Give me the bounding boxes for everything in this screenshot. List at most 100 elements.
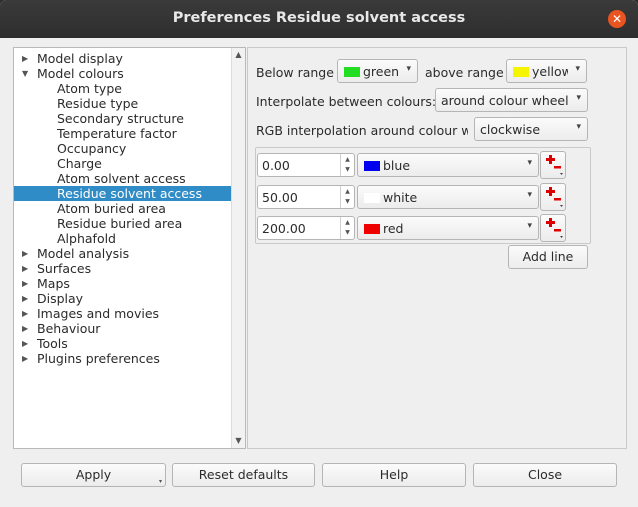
tree-item-label: Alphafold: [57, 231, 116, 246]
above-range-value: yellow: [532, 64, 568, 79]
stop-colour-name: blue: [383, 158, 411, 173]
below-range-value: green: [363, 64, 400, 79]
scroll-down-icon[interactable]: ▼: [232, 434, 245, 448]
spin-arrows-icon[interactable]: ▲ ▼: [340, 186, 354, 208]
tree-item-label: Plugins preferences: [37, 351, 160, 366]
close-button[interactable]: Close: [473, 463, 617, 487]
tree-item-label: Behaviour: [37, 321, 101, 336]
stop-colour-combo[interactable]: white ▾: [357, 185, 539, 209]
stop-value-spinbox[interactable]: 50.00 ▲ ▼: [257, 185, 355, 209]
tree-item-charge[interactable]: Charge: [14, 156, 232, 171]
tree-list: ▶ Model display ▼ Model colours Atom type Res…: [14, 51, 232, 366]
collapsed-arrow-icon[interactable]: ▶: [22, 321, 30, 336]
stop-colour-name: white: [383, 190, 418, 205]
apply-label: Apply: [75, 467, 112, 482]
spin-arrows-icon[interactable]: ▲ ▼: [340, 154, 354, 176]
chevron-down-icon: ▾: [527, 158, 532, 168]
chevron-down-icon: ▾: [527, 221, 532, 231]
collapsed-arrow-icon[interactable]: ▶: [22, 51, 30, 66]
collapsed-arrow-icon[interactable]: ▶: [22, 306, 30, 321]
window-title: Preferences Residue solvent access: [172, 10, 466, 26]
tree-item-label: Residue buried area: [57, 216, 183, 231]
tree-item-label: Residue solvent access: [57, 186, 202, 201]
spin-arrows-icon[interactable]: ▲ ▼: [340, 217, 354, 239]
tree-item-label: Display: [37, 291, 84, 306]
tree-item-label: Secondary structure: [57, 111, 184, 126]
tree-item-label: Images and movies: [37, 306, 160, 321]
category-tree: ▶ Model display ▼ Model colours Atom type Res…: [13, 47, 246, 449]
tree-item-label: Atom solvent access: [57, 171, 186, 186]
tree-item-label: Tools: [37, 336, 68, 351]
tree-item-surfaces[interactable]: ▶ Surfaces: [14, 261, 232, 276]
title-bar: Preferences Residue solvent access ✕: [0, 0, 638, 38]
help-button[interactable]: Help: [322, 463, 466, 487]
add-remove-stop-button[interactable]: [540, 214, 566, 242]
stop-value-spinbox[interactable]: 200.00 ▲ ▼: [257, 216, 355, 240]
tree-item-label: Atom type: [57, 81, 122, 96]
chevron-down-icon: ▾: [576, 122, 581, 132]
collapsed-arrow-icon[interactable]: ▶: [22, 276, 30, 291]
chevron-down-icon: ▾: [575, 64, 580, 74]
stop-colour-swatch: [364, 224, 380, 234]
collapsed-arrow-icon[interactable]: ▶: [22, 351, 30, 366]
tree-item-label: Model colours: [37, 66, 124, 81]
tree-item-model-colours[interactable]: ▼ Model colours: [14, 66, 232, 81]
stop-colour-combo[interactable]: blue ▾: [357, 153, 539, 177]
tree-item-model-display[interactable]: ▶ Model display: [14, 51, 232, 66]
tree-item-atom-buried-area[interactable]: Atom buried area: [14, 201, 232, 216]
rgb-interpolation-combo[interactable]: clockwise ▾: [474, 117, 588, 141]
below-range-label: Below range: [256, 65, 334, 80]
tree-item-atom-solvent-access[interactable]: Atom solvent access: [14, 171, 232, 186]
tree-item-residue-solvent-access[interactable]: Residue solvent access: [14, 186, 232, 201]
tree-item-label: Model display: [37, 51, 123, 66]
scroll-up-icon[interactable]: ▲: [232, 48, 245, 62]
tree-item-model-analysis[interactable]: ▶ Model analysis: [14, 246, 232, 261]
stop-value: 50.00: [262, 190, 298, 205]
above-range-combo[interactable]: yellow ▾: [506, 59, 587, 83]
interpolate-value: around colour wheel: [441, 93, 569, 108]
tree-scrollbar[interactable]: ▲ ▼: [231, 48, 245, 448]
apply-button[interactable]: Apply ▾: [21, 463, 166, 487]
reset-defaults-button[interactable]: Reset defaults: [172, 463, 315, 487]
stop-colour-swatch: [364, 193, 380, 203]
tree-item-maps[interactable]: ▶ Maps: [14, 276, 232, 291]
stop-colour-swatch: [364, 161, 380, 171]
add-remove-stop-button[interactable]: [540, 183, 566, 211]
tree-item-residue-type[interactable]: Residue type: [14, 96, 232, 111]
stop-value-spinbox[interactable]: 0.00 ▲ ▼: [257, 153, 355, 177]
tree-item-display[interactable]: ▶ Display: [14, 291, 232, 306]
collapsed-arrow-icon[interactable]: ▶: [22, 336, 30, 351]
above-range-label: above range: [425, 65, 504, 80]
add-remove-stop-button[interactable]: [540, 151, 566, 179]
add-line-button[interactable]: Add line: [508, 245, 588, 269]
tree-item-alphafold[interactable]: Alphafold: [14, 231, 232, 246]
tree-item-occupancy[interactable]: Occupancy: [14, 141, 232, 156]
tree-item-atom-type[interactable]: Atom type: [14, 81, 232, 96]
tree-item-temperature-factor[interactable]: Temperature factor: [14, 126, 232, 141]
tree-item-plugins-preferences[interactable]: ▶ Plugins preferences: [14, 351, 232, 366]
below-range-swatch: [344, 67, 360, 77]
plus-minus-icon: [546, 218, 563, 238]
tree-item-residue-buried-area[interactable]: Residue buried area: [14, 216, 232, 231]
rgb-interpolation-label: RGB interpolation around colour wh: [256, 123, 468, 138]
tree-item-behaviour[interactable]: ▶ Behaviour: [14, 321, 232, 336]
collapsed-arrow-icon[interactable]: ▶: [22, 246, 30, 261]
expanded-arrow-icon[interactable]: ▼: [22, 66, 30, 81]
apply-menu-icon[interactable]: ▾: [159, 479, 162, 485]
rgb-interpolation-value: clockwise: [480, 122, 541, 137]
preferences-window: Preferences Residue solvent access ✕ ▶ Mo…: [0, 0, 638, 507]
tree-item-secondary-structure[interactable]: Secondary structure: [14, 111, 232, 126]
tree-item-images-and-movies[interactable]: ▶ Images and movies: [14, 306, 232, 321]
stop-value: 200.00: [262, 221, 306, 236]
interpolate-label: Interpolate between colours:: [256, 94, 437, 109]
interpolate-combo[interactable]: around colour wheel ▾: [435, 88, 588, 112]
chevron-down-icon: ▾: [406, 64, 411, 74]
stop-value: 0.00: [262, 158, 290, 173]
collapsed-arrow-icon[interactable]: ▶: [22, 261, 30, 276]
close-window-icon[interactable]: ✕: [608, 10, 626, 28]
stop-colour-combo[interactable]: red ▾: [357, 216, 539, 240]
tree-item-label: Atom buried area: [57, 201, 166, 216]
tree-item-tools[interactable]: ▶ Tools: [14, 336, 232, 351]
below-range-combo[interactable]: green ▾: [337, 59, 418, 83]
collapsed-arrow-icon[interactable]: ▶: [22, 291, 30, 306]
